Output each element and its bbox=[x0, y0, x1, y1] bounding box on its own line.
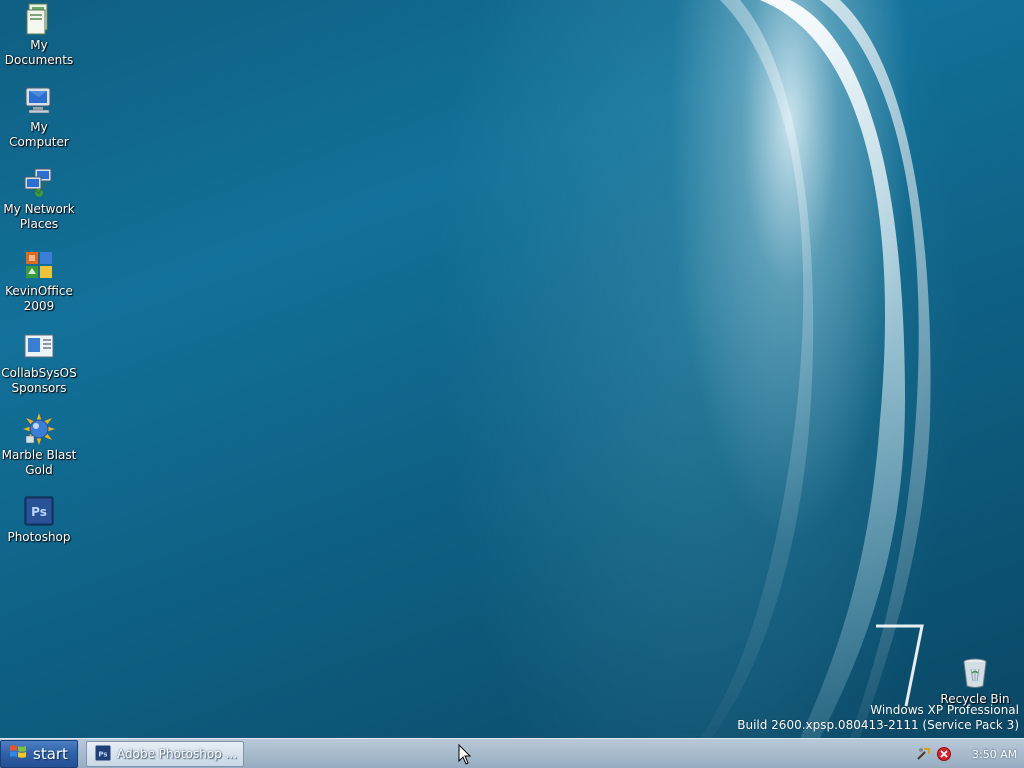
windows-logo-icon bbox=[9, 743, 27, 765]
svg-text:Ps: Ps bbox=[31, 505, 47, 519]
desktop-icon-recycle-bin[interactable]: Recycle Bin bbox=[936, 656, 1014, 707]
os-version-watermark: Windows XP Professional Build 2600.xpsp.… bbox=[737, 703, 1019, 733]
marble-blast-icon bbox=[22, 412, 56, 446]
desktop-icon-my-computer[interactable]: My Computer bbox=[0, 84, 78, 150]
desktop-icon-label: Marble Blast Gold bbox=[1, 448, 77, 477]
taskbar[interactable]: start Ps Adobe Photoshop ... 3:50 AM bbox=[0, 738, 1024, 768]
network-tools-icon[interactable] bbox=[916, 746, 932, 762]
start-label: start bbox=[33, 745, 68, 763]
photoshop-task-icon: Ps bbox=[95, 745, 111, 764]
desktop-icon-label: My Network Places bbox=[3, 202, 75, 231]
desktop-icon-label: KevinOffice 2009 bbox=[5, 284, 73, 313]
desktop-icon-collabsysos-sponsors[interactable]: CollabSysOS Sponsors bbox=[0, 330, 78, 396]
taskbar-button-label: Adobe Photoshop ... bbox=[117, 747, 238, 761]
svg-text:Ps: Ps bbox=[98, 750, 107, 758]
desktop-icon-photoshop[interactable]: Ps Photoshop bbox=[0, 494, 78, 545]
recycle-bin-icon bbox=[958, 656, 992, 690]
my-network-places-icon bbox=[22, 166, 56, 200]
desktop-icon-label: My Computer bbox=[9, 120, 69, 149]
mouse-cursor-icon bbox=[458, 743, 472, 768]
wallpaper-swoosh bbox=[700, 0, 931, 738]
desktop-icon-label: My Documents bbox=[4, 38, 74, 67]
desktop[interactable]: My Documents My Computer My Network Plac… bbox=[0, 0, 1024, 738]
desktop-icon-my-documents[interactable]: My Documents bbox=[0, 2, 78, 68]
my-computer-icon bbox=[22, 84, 56, 118]
desktop-icon-marble-blast[interactable]: Marble Blast Gold bbox=[0, 412, 78, 478]
desktop-icon-kevinoffice[interactable]: KevinOffice 2009 bbox=[0, 248, 78, 314]
os-build-text: Build 2600.xpsp.080413-2111 (Service Pac… bbox=[737, 718, 1019, 732]
kevinoffice-icon bbox=[22, 248, 56, 282]
wallpaper-seven-mark bbox=[872, 610, 932, 710]
taskbar-button-photoshop[interactable]: Ps Adobe Photoshop ... bbox=[86, 741, 244, 767]
start-button[interactable]: start bbox=[0, 740, 78, 768]
desktop-icon-my-network-places[interactable]: My Network Places bbox=[0, 166, 78, 232]
system-tray: 3:50 AM bbox=[912, 739, 1024, 768]
os-edition-text: Windows XP Professional bbox=[870, 703, 1019, 717]
photoshop-icon: Ps bbox=[22, 494, 56, 528]
my-documents-icon bbox=[22, 2, 56, 36]
collabsysos-sponsors-icon bbox=[22, 330, 56, 364]
desktop-icon-label: Photoshop bbox=[7, 530, 71, 544]
clock[interactable]: 3:50 AM bbox=[972, 748, 1017, 761]
desktop-icon-label: CollabSysOS Sponsors bbox=[1, 366, 77, 395]
security-alert-icon[interactable] bbox=[936, 746, 952, 762]
